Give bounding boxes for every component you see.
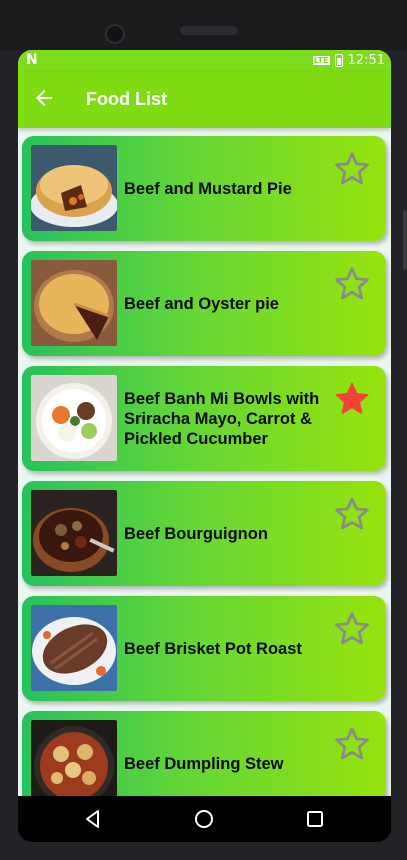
triangle-back-icon[interactable] [82,808,104,830]
status-bar: N LTE 12:51 [18,50,391,72]
page-title: Food List [86,89,167,109]
star-filled-icon[interactable] [332,379,372,419]
food-card[interactable]: Beef Banh Mi Bowls with Sriracha Mayo, C… [22,366,386,471]
status-right: LTE 12:51 [312,53,385,68]
food-name: Beef Brisket Pot Roast [124,639,302,658]
app-screen: N LTE 12:51 Food List Beef and Mustard P… [18,50,391,796]
star-outline-icon[interactable] [332,724,372,764]
food-name: Beef Dumpling Stew [124,754,284,773]
arrow-back-icon[interactable] [32,86,56,110]
battery-icon [334,54,343,67]
front-camera [105,24,125,44]
circle-home-icon[interactable] [193,808,215,830]
phone-bezel [0,0,407,50]
pie-image [31,260,117,346]
bowl-image [31,375,117,461]
lte-signal-icon: LTE [312,56,330,65]
roast-image [31,605,117,691]
food-card[interactable]: Beef Brisket Pot Roast [22,596,386,701]
food-card[interactable]: Beef and Mustard Pie [22,136,386,241]
phone-frame: N LTE 12:51 Food List Beef and Mustard P… [0,0,407,860]
status-time: 12:51 [347,53,385,68]
star-outline-icon[interactable] [332,149,372,189]
star-outline-icon[interactable] [332,609,372,649]
system-nav-bar [18,796,391,842]
food-card[interactable]: Beef Bourguignon [22,481,386,586]
food-name: Beef and Oyster pie [124,294,279,313]
stew-image [31,490,117,576]
stew-image [31,720,117,796]
app-bar: Food List [18,72,391,128]
star-outline-icon[interactable] [332,494,372,534]
food-name: Beef and Mustard Pie [124,179,292,198]
food-name: Beef Bourguignon [124,524,268,543]
food-name: Beef Banh Mi Bowls with Sriracha Mayo, C… [124,389,320,448]
pie-image [31,145,117,231]
star-outline-icon[interactable] [332,264,372,304]
notification-icon: N [26,52,38,68]
square-recents-icon[interactable] [304,808,326,830]
food-card[interactable]: Beef and Oyster pie [22,251,386,356]
food-card[interactable]: Beef Dumpling Stew [22,711,386,796]
earpiece-speaker [180,26,238,35]
volume-button [403,210,407,270]
